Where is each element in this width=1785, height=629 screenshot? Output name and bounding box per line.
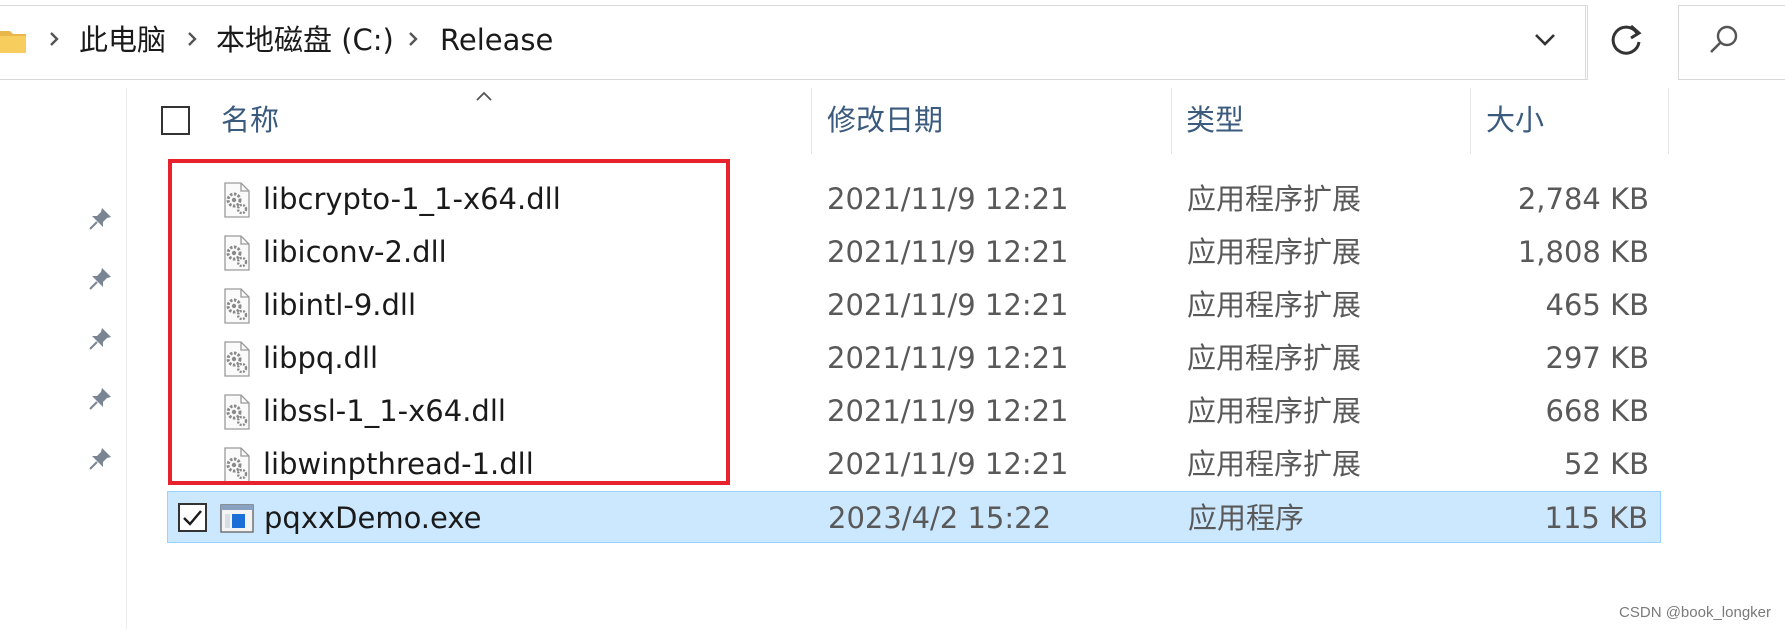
file-name[interactable]: libssl-1_1-x64.dll: [263, 385, 506, 437]
file-name[interactable]: pqxxDemo.exe: [264, 492, 481, 544]
dll-gear-icon: [224, 235, 250, 271]
sort-ascending-icon: [476, 91, 492, 101]
file-name[interactable]: libcrypto-1_1-x64.dll: [263, 173, 561, 225]
pin-icon[interactable]: [88, 385, 114, 411]
pin-icon[interactable]: [88, 265, 114, 291]
address-divider: [1585, 5, 1586, 80]
watermark: CSDN @book_longker: [1619, 604, 1771, 621]
file-name[interactable]: libwinpthread-1.dll: [263, 438, 534, 490]
file-size: 2,784 KB: [1517, 182, 1649, 216]
exe-window-icon: [220, 504, 254, 533]
file-size: 115 KB: [1544, 501, 1648, 535]
file-type: 应用程序: [1188, 501, 1305, 535]
dll-gear-icon: [224, 288, 250, 324]
file-type: 应用程序扩展: [1187, 182, 1362, 216]
dll-gear-icon: [224, 394, 250, 430]
file-name[interactable]: libpq.dll: [263, 332, 378, 384]
file-type: 应用程序扩展: [1187, 341, 1362, 375]
column-divider[interactable]: [1668, 88, 1669, 154]
file-name[interactable]: libintl-9.dll: [263, 279, 416, 331]
breadcrumb-this-pc[interactable]: 此电脑: [79, 20, 166, 60]
file-date: 2021/11/9 12:21: [827, 447, 1069, 481]
column-header-name[interactable]: 名称: [221, 100, 279, 140]
file-row[interactable]: libcrypto-1_1-x64.dll 2021/11/9 12:21 应用…: [167, 173, 1661, 225]
select-all-checkbox[interactable]: [161, 106, 190, 135]
file-date: 2021/11/9 12:21: [827, 235, 1069, 269]
file-date: 2021/11/9 12:21: [827, 288, 1069, 322]
file-date: 2021/11/9 12:21: [827, 182, 1069, 216]
file-name[interactable]: libiconv-2.dll: [263, 226, 447, 278]
file-type: 应用程序扩展: [1187, 447, 1362, 481]
pin-icon[interactable]: [88, 445, 114, 471]
column-divider[interactable]: [811, 88, 812, 154]
file-row[interactable]: libssl-1_1-x64.dll 2021/11/9 12:21 应用程序扩…: [167, 385, 1661, 437]
folder-icon: [0, 31, 26, 53]
file-date: 2021/11/9 12:21: [827, 394, 1069, 428]
file-row[interactable]: libpq.dll 2021/11/9 12:21 应用程序扩展 297 KB: [167, 332, 1661, 384]
file-size: 52 KB: [1563, 447, 1649, 481]
dll-gear-icon: [224, 182, 250, 218]
search-icon[interactable]: [1706, 22, 1742, 58]
refresh-icon[interactable]: [1604, 18, 1648, 62]
file-date: 2021/11/9 12:21: [827, 341, 1069, 375]
column-header-type[interactable]: 类型: [1186, 100, 1244, 140]
file-size: 1,808 KB: [1517, 235, 1649, 269]
file-row-selected[interactable]: pqxxDemo.exe 2023/4/2 15:22 应用程序 115 KB: [167, 491, 1661, 543]
chevron-down-icon[interactable]: [1530, 24, 1560, 54]
chevron-right-icon[interactable]: [46, 28, 62, 50]
dll-gear-icon: [224, 447, 250, 483]
breadcrumb-release[interactable]: Release: [440, 20, 553, 60]
column-divider[interactable]: [1470, 88, 1471, 154]
file-size: 465 KB: [1545, 288, 1649, 322]
file-size: 668 KB: [1545, 394, 1649, 428]
file-row[interactable]: libintl-9.dll 2021/11/9 12:21 应用程序扩展 465…: [167, 279, 1661, 331]
file-type: 应用程序扩展: [1187, 288, 1362, 322]
dll-gear-icon: [224, 341, 250, 377]
row-checkbox-checked[interactable]: [178, 503, 207, 532]
file-type: 应用程序扩展: [1187, 394, 1362, 428]
checkmark-icon: [183, 510, 202, 526]
chevron-right-icon[interactable]: [405, 28, 421, 50]
pin-icon[interactable]: [88, 205, 114, 231]
file-date: 2023/4/2 15:22: [828, 501, 1052, 535]
file-size: 297 KB: [1545, 341, 1649, 375]
column-header-size[interactable]: 大小: [1486, 100, 1544, 140]
column-header-date[interactable]: 修改日期: [827, 100, 943, 140]
file-type: 应用程序扩展: [1187, 235, 1362, 269]
file-row[interactable]: libwinpthread-1.dll 2021/11/9 12:21 应用程序…: [167, 438, 1661, 490]
column-divider[interactable]: [1171, 88, 1172, 154]
chevron-right-icon[interactable]: [184, 28, 200, 50]
file-row[interactable]: libiconv-2.dll 2021/11/9 12:21 应用程序扩展 1,…: [167, 226, 1661, 278]
pin-icon[interactable]: [88, 325, 114, 351]
breadcrumb-local-disk-c[interactable]: 本地磁盘 (C:): [216, 20, 394, 60]
navigation-pane-divider: [126, 88, 127, 629]
